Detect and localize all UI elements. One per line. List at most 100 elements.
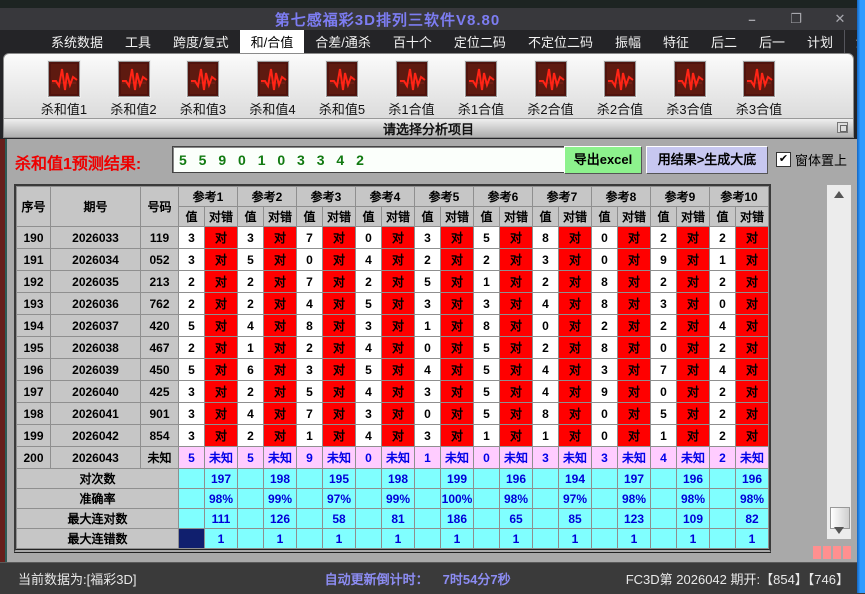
- value-cell[interactable]: 3: [414, 226, 441, 249]
- result-cell[interactable]: 对: [558, 424, 592, 447]
- summary-spacer-cell[interactable]: [237, 488, 264, 509]
- result-cell[interactable]: 对: [440, 424, 474, 447]
- result-cell[interactable]: 对: [440, 292, 474, 315]
- value-cell[interactable]: 2: [473, 248, 500, 271]
- summary-value-cell[interactable]: 99%: [263, 488, 297, 509]
- prediction-result-input[interactable]: [172, 146, 572, 173]
- value-cell[interactable]: 0: [591, 402, 618, 425]
- summary-value-cell[interactable]: 100%: [440, 488, 474, 509]
- summary-value-cell[interactable]: 196: [735, 468, 769, 489]
- value-cell[interactable]: 2: [296, 336, 323, 359]
- summary-value-cell[interactable]: 98%: [204, 488, 238, 509]
- summary-spacer-cell[interactable]: [650, 528, 677, 549]
- result-cell[interactable]: 对: [440, 358, 474, 381]
- value-cell[interactable]: 8: [591, 336, 618, 359]
- result-cell[interactable]: 对: [499, 226, 533, 249]
- result-cell[interactable]: 对: [558, 226, 592, 249]
- summary-spacer-cell[interactable]: [296, 508, 323, 529]
- summary-spacer-cell[interactable]: [532, 528, 559, 549]
- result-cell[interactable]: 对: [735, 358, 769, 381]
- result-cell[interactable]: 对: [735, 314, 769, 337]
- summary-value-cell[interactable]: 1: [204, 528, 238, 549]
- value-cell[interactable]: 5: [355, 358, 382, 381]
- value-cell[interactable]: 2: [178, 270, 205, 293]
- value-cell[interactable]: 1: [709, 248, 736, 271]
- result-cell[interactable]: 未知: [558, 446, 592, 469]
- summary-value-cell[interactable]: 109: [676, 508, 710, 529]
- result-cell[interactable]: 对: [617, 402, 651, 425]
- value-cell[interactable]: 1: [414, 446, 441, 469]
- result-cell[interactable]: 对: [676, 358, 710, 381]
- summary-value-cell[interactable]: 1: [735, 528, 769, 549]
- result-cell[interactable]: 对: [322, 336, 356, 359]
- summary-spacer-cell[interactable]: [237, 468, 264, 489]
- result-cell[interactable]: 未知: [263, 446, 297, 469]
- result-cell[interactable]: 对: [263, 402, 297, 425]
- summary-spacer-cell[interactable]: [355, 528, 382, 549]
- result-cell[interactable]: 对: [617, 248, 651, 271]
- toolbar-button-11[interactable]: 杀3合值: [725, 60, 793, 120]
- summary-spacer-cell[interactable]: [178, 488, 205, 509]
- result-cell[interactable]: 对: [381, 424, 415, 447]
- summary-value-cell[interactable]: 194: [558, 468, 592, 489]
- summary-spacer-cell[interactable]: [414, 508, 441, 529]
- summary-value-cell[interactable]: 85: [558, 508, 592, 529]
- summary-spacer-cell[interactable]: [650, 468, 677, 489]
- generate-base-button[interactable]: 用结果>生成大底: [646, 146, 768, 174]
- value-cell[interactable]: 3: [414, 292, 441, 315]
- result-cell[interactable]: 对: [322, 226, 356, 249]
- result-cell[interactable]: 对: [322, 248, 356, 271]
- value-cell[interactable]: 2: [709, 226, 736, 249]
- summary-spacer-cell[interactable]: [532, 488, 559, 509]
- value-cell[interactable]: 9: [296, 446, 323, 469]
- export-excel-button[interactable]: 导出excel: [564, 146, 642, 174]
- value-cell[interactable]: 1: [532, 424, 559, 447]
- summary-spacer-cell[interactable]: [178, 468, 205, 489]
- value-cell[interactable]: 7: [296, 402, 323, 425]
- result-cell[interactable]: 对: [440, 226, 474, 249]
- value-cell[interactable]: 2: [414, 248, 441, 271]
- result-cell[interactable]: 对: [381, 314, 415, 337]
- value-cell[interactable]: 4: [414, 358, 441, 381]
- value-cell[interactable]: 4: [355, 336, 382, 359]
- value-cell[interactable]: 4: [355, 424, 382, 447]
- result-cell[interactable]: 对: [322, 358, 356, 381]
- value-cell[interactable]: 5: [355, 292, 382, 315]
- value-cell[interactable]: 1: [473, 270, 500, 293]
- restore-icon[interactable]: ❐: [787, 11, 805, 27]
- summary-spacer-cell[interactable]: [709, 528, 736, 549]
- result-cell[interactable]: 未知: [499, 446, 533, 469]
- summary-value-cell[interactable]: 1: [263, 528, 297, 549]
- summary-spacer-cell[interactable]: [296, 528, 323, 549]
- result-cell[interactable]: 对: [204, 314, 238, 337]
- result-cell[interactable]: 对: [676, 226, 710, 249]
- summary-value-cell[interactable]: 82: [735, 508, 769, 529]
- summary-spacer-cell[interactable]: [237, 528, 264, 549]
- value-cell[interactable]: 3: [414, 424, 441, 447]
- value-cell[interactable]: 2: [650, 314, 677, 337]
- menu-item-13[interactable]: 计划: [796, 30, 844, 53]
- menu-item-1[interactable]: 系统数据: [40, 30, 114, 53]
- result-cell[interactable]: 对: [499, 248, 533, 271]
- result-cell[interactable]: 对: [617, 226, 651, 249]
- result-cell[interactable]: 对: [263, 314, 297, 337]
- value-cell[interactable]: 8: [591, 270, 618, 293]
- menu-item-10[interactable]: 特征: [652, 30, 700, 53]
- toolbar-button-6[interactable]: 杀1合值: [378, 60, 446, 120]
- result-cell[interactable]: 对: [499, 402, 533, 425]
- value-cell[interactable]: 2: [709, 270, 736, 293]
- value-cell[interactable]: 4: [237, 402, 264, 425]
- result-cell[interactable]: 对: [735, 292, 769, 315]
- result-cell[interactable]: 未知: [617, 446, 651, 469]
- result-cell[interactable]: 对: [735, 336, 769, 359]
- summary-spacer-cell[interactable]: [296, 488, 323, 509]
- result-cell[interactable]: 对: [499, 314, 533, 337]
- summary-spacer-cell[interactable]: [532, 508, 559, 529]
- value-cell[interactable]: 0: [296, 248, 323, 271]
- value-cell[interactable]: 4: [355, 248, 382, 271]
- summary-spacer-cell[interactable]: [473, 508, 500, 529]
- summary-value-cell[interactable]: 199: [440, 468, 474, 489]
- summary-value-cell[interactable]: 1: [499, 528, 533, 549]
- value-cell[interactable]: 2: [709, 336, 736, 359]
- result-cell[interactable]: 对: [558, 270, 592, 293]
